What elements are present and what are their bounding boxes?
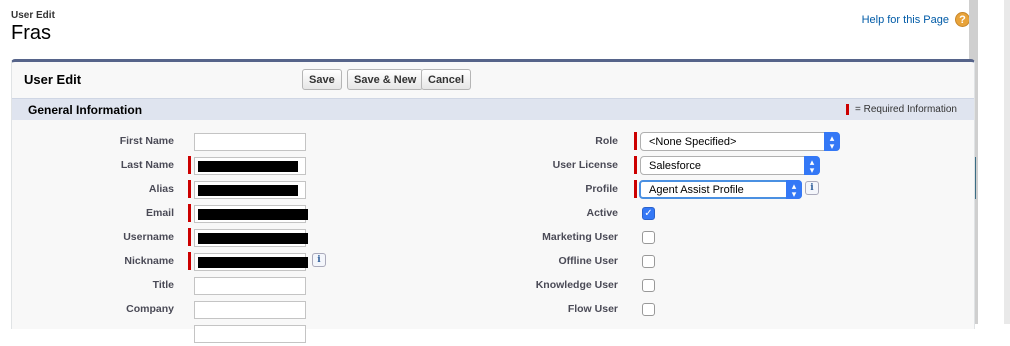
redaction-bar — [198, 209, 308, 220]
first-name-label: First Name — [119, 135, 174, 147]
role-select-value: <None Specified> — [649, 135, 737, 148]
user-license-label: User License — [552, 159, 618, 171]
user-edit-block: User Edit Save Save & New Cancel General… — [11, 59, 975, 343]
title-field[interactable] — [194, 277, 306, 295]
block-header: User Edit Save Save & New Cancel — [12, 62, 974, 98]
user-license-select-value: Salesforce — [649, 159, 701, 172]
title-label: Title — [152, 279, 174, 291]
page-header: User Edit Fras — [11, 10, 55, 45]
offline-user-label: Offline User — [558, 255, 618, 267]
redaction-bar — [198, 185, 298, 196]
company-field[interactable] — [194, 301, 306, 319]
form-row: Email Active ✓ — [12, 202, 974, 226]
save-button[interactable]: Save — [302, 69, 342, 90]
username-label: Username — [123, 231, 174, 243]
help-icon[interactable]: ? — [955, 12, 970, 27]
required-marker — [188, 180, 191, 198]
company-label: Company — [126, 303, 174, 315]
section-title: General Information — [28, 103, 143, 117]
required-marker — [188, 228, 191, 246]
save-and-new-button[interactable]: Save & New — [347, 69, 424, 90]
page-title: Fras — [11, 22, 51, 44]
required-marker — [188, 252, 191, 270]
nickname-field[interactable] — [194, 253, 308, 271]
form-row: Company Flow User — [12, 298, 974, 322]
form-row: Username Marketing User — [12, 226, 974, 250]
select-arrows-icon: ▴ ▾ — [824, 132, 840, 151]
block-title: User Edit — [24, 72, 82, 87]
profile-label: Profile — [585, 183, 618, 195]
required-marker — [634, 156, 637, 174]
alias-label: Alias — [148, 183, 174, 195]
knowledge-user-label: Knowledge User — [535, 279, 618, 291]
form-row: Alias Profile Agent Assist Profile ▴ ▾ i — [12, 178, 974, 202]
redaction-bar — [198, 161, 298, 172]
section-header: General Information = Required Informati… — [12, 98, 974, 120]
email-label: Email — [145, 207, 174, 219]
required-marker — [634, 180, 637, 198]
required-marker — [188, 156, 191, 174]
select-arrows-icon: ▴ ▾ — [804, 156, 820, 175]
role-label: Role — [595, 135, 618, 147]
required-marker — [845, 104, 849, 115]
first-name-field[interactable] — [194, 133, 306, 151]
nickname-label: Nickname — [124, 255, 174, 267]
required-legend-text: = Required Information — [854, 104, 957, 115]
help-area: Help for this Page ? — [862, 12, 970, 27]
page-type-label: User Edit — [11, 10, 55, 21]
profile-select-value: Agent Assist Profile — [649, 183, 744, 196]
last-name-field[interactable] — [194, 157, 306, 175]
select-arrows-icon: ▴ ▾ — [786, 180, 802, 199]
active-checkbox[interactable]: ✓ — [642, 207, 655, 220]
cancel-button[interactable]: Cancel — [421, 69, 472, 90]
flow-user-label: Flow User — [567, 303, 618, 315]
required-legend: = Required Information — [845, 104, 957, 115]
flow-user-checkbox[interactable] — [642, 303, 655, 316]
redaction-bar — [198, 257, 308, 268]
redaction-bar — [198, 233, 308, 244]
knowledge-user-checkbox[interactable] — [642, 279, 655, 292]
email-field[interactable] — [194, 205, 308, 223]
form-row: First Name Role <None Specified> ▴ ▾ — [12, 130, 974, 154]
active-label: Active — [586, 207, 618, 219]
last-name-label: Last Name — [120, 159, 174, 171]
user-license-select[interactable]: Salesforce ▴ ▾ — [640, 156, 820, 175]
form-row: Title Knowledge User — [12, 274, 974, 298]
info-icon[interactable]: i — [312, 253, 326, 267]
offline-user-checkbox[interactable] — [642, 255, 655, 268]
form-row — [12, 322, 974, 346]
profile-select[interactable]: Agent Assist Profile ▴ ▾ — [639, 180, 802, 199]
username-field[interactable] — [194, 229, 308, 247]
next-field[interactable] — [194, 325, 306, 343]
form-row: Last Name User License Salesforce ▴ ▾ — [12, 154, 974, 178]
info-icon[interactable]: i — [805, 181, 819, 195]
form-row: Nickname i Offline User — [12, 250, 974, 274]
marketing-user-checkbox[interactable] — [642, 231, 655, 244]
help-link[interactable]: Help for this Page — [862, 14, 949, 26]
window-edge — [1004, 0, 1010, 324]
role-select[interactable]: <None Specified> ▴ ▾ — [640, 132, 840, 151]
required-marker — [634, 132, 637, 150]
required-marker — [188, 204, 191, 222]
marketing-user-label: Marketing User — [542, 231, 618, 243]
alias-field[interactable] — [194, 181, 306, 199]
